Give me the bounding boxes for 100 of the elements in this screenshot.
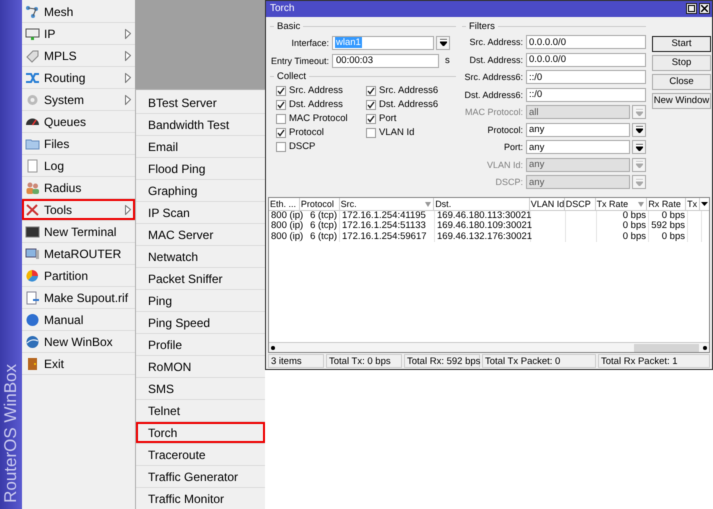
section-title: Collect [277,71,306,82]
dropdown-button[interactable] [632,140,646,154]
field-label: Protocol: [486,124,524,135]
scroll-left-icon[interactable] [271,346,275,350]
dropdown-button[interactable] [436,36,450,50]
action-button[interactable]: Close [652,74,711,90]
submenu-item[interactable]: Torch [136,422,265,444]
status-text: Total Rx Packet: 1 [598,354,710,368]
document-arrow-icon [25,290,40,304]
field-label: DSCP: [494,177,524,188]
menu-item[interactable]: Tools [22,199,135,221]
close-button[interactable] [699,3,710,14]
submenu-item[interactable]: Traffic Generator [136,466,265,488]
column-header[interactable]: VLAN Id [530,198,565,210]
submenu-item[interactable]: Telnet [136,400,265,422]
input-field[interactable]: ::/0 [526,88,646,102]
field-label: VLAN Id: [486,160,524,170]
checkbox[interactable]: Port [366,112,456,125]
checkmark-icon [277,128,285,137]
square-icon [688,5,695,12]
unit-label: s [445,55,450,66]
status-text: 3 items [268,354,324,368]
menu-item[interactable]: New Terminal [22,221,135,243]
table-cell: 0 bps [597,232,649,242]
menu-item[interactable]: MetaROUTER [22,243,135,265]
column-header[interactable]: Protocol [300,198,340,210]
column-header[interactable]: DSCP [564,198,596,210]
table-cell: 169.46.180.113:30021 [435,210,531,222]
submenu-arrow-icon [125,28,131,38]
table-cell: 592 bps [649,221,688,232]
checkbox[interactable]: VLAN Id [366,126,456,139]
checkbox[interactable]: Dst. Address [276,98,366,111]
maximize-button[interactable] [686,3,697,14]
pie-chart-icon [25,268,40,282]
input-field[interactable]: any [526,140,630,154]
document-icon [25,158,40,172]
checkbox[interactable]: Dst. Address6 [366,98,456,111]
input-field[interactable]: ::/0 [526,70,646,84]
checkbox[interactable]: Protocol [276,126,366,139]
action-button[interactable]: Stop [652,54,711,71]
scroll-right-icon[interactable] [703,346,707,350]
action-button[interactable]: Start [652,36,711,52]
input-field[interactable]: 0.0.0.0/0 [526,52,646,67]
menu-item[interactable]: Manual [22,309,135,331]
column-header[interactable]: Eth. ... [269,198,300,210]
scrollbar-thumb[interactable] [634,344,699,352]
field-label: Src. Address6: [463,72,524,82]
column-header[interactable]: Dst. [434,198,530,210]
menu-item[interactable]: New WinBox [22,331,135,353]
horizontal-scrollbar[interactable] [269,342,709,352]
submenu-item[interactable]: SMS [136,378,265,400]
table-cell: 0 bps [597,210,649,222]
table-cell: 169.46.132.176:30021 [435,232,531,242]
menu-item[interactable]: MPLS [22,45,135,67]
submenu-arrow-icon [125,94,131,104]
dropdown-arrow-icon [636,108,642,116]
status-text: Total Tx Packet: 0 [482,354,596,368]
menu-item[interactable]: Log [22,155,135,177]
submenu-item[interactable]: Traceroute [136,444,265,466]
sort-icon [638,202,644,207]
submenu-arrow-icon [125,204,131,214]
action-button[interactable]: New Window [652,92,711,109]
field-label: Src. Address: [468,37,524,48]
network-nodes-icon [25,4,40,18]
dropdown-arrow-icon [636,161,642,168]
input-field[interactable]: any [526,122,630,137]
dropdown-arrow-icon [636,144,642,151]
checkbox[interactable]: MAC Protocol [276,112,366,125]
column-header[interactable]: Tx Rate [596,198,648,210]
submenu-item[interactable]: Traffic Monitor [136,488,265,509]
submenu-arrow-icon [125,72,131,82]
table-cell: 800 (ip) [269,221,300,232]
input-field[interactable]: 00:00:03 [332,54,439,68]
menu-item[interactable]: Exit [22,353,135,375]
field-label: Port: [502,142,524,152]
monitor-icon [25,246,40,260]
dropdown-arrow-icon [636,126,642,134]
checkbox[interactable]: Src. Address6 [366,84,456,97]
checkbox[interactable]: Src. Address [276,84,366,97]
menu-item[interactable]: Radius [22,177,135,199]
submenu-arrow-icon [125,50,131,60]
menu-item[interactable]: Make Supout.rif [22,287,135,309]
column-header[interactable]: Tx [686,198,700,210]
menu-item[interactable]: IP [22,23,135,45]
section-title: Filters [469,21,495,32]
menu-item[interactable]: Files [22,133,135,155]
table-cell: 800 (ip) [269,232,300,242]
dropdown-button[interactable] [632,122,646,137]
terminal-icon [25,224,40,238]
menu-item[interactable]: Routing [22,67,135,89]
folder-icon [25,136,40,150]
input-field[interactable]: 0.0.0.0/0 [526,35,646,50]
checkbox[interactable]: DSCP [276,140,366,153]
column-header[interactable]: Src. [340,198,434,210]
dropdown-arrow-icon [636,178,642,186]
column-header[interactable]: Rx Rate [647,198,686,210]
field-label: Dst. Address6: [463,90,524,100]
submenu-item[interactable]: RoMON [136,356,265,378]
menu-item[interactable]: System [22,89,135,111]
menu-item[interactable]: Partition [22,265,135,287]
